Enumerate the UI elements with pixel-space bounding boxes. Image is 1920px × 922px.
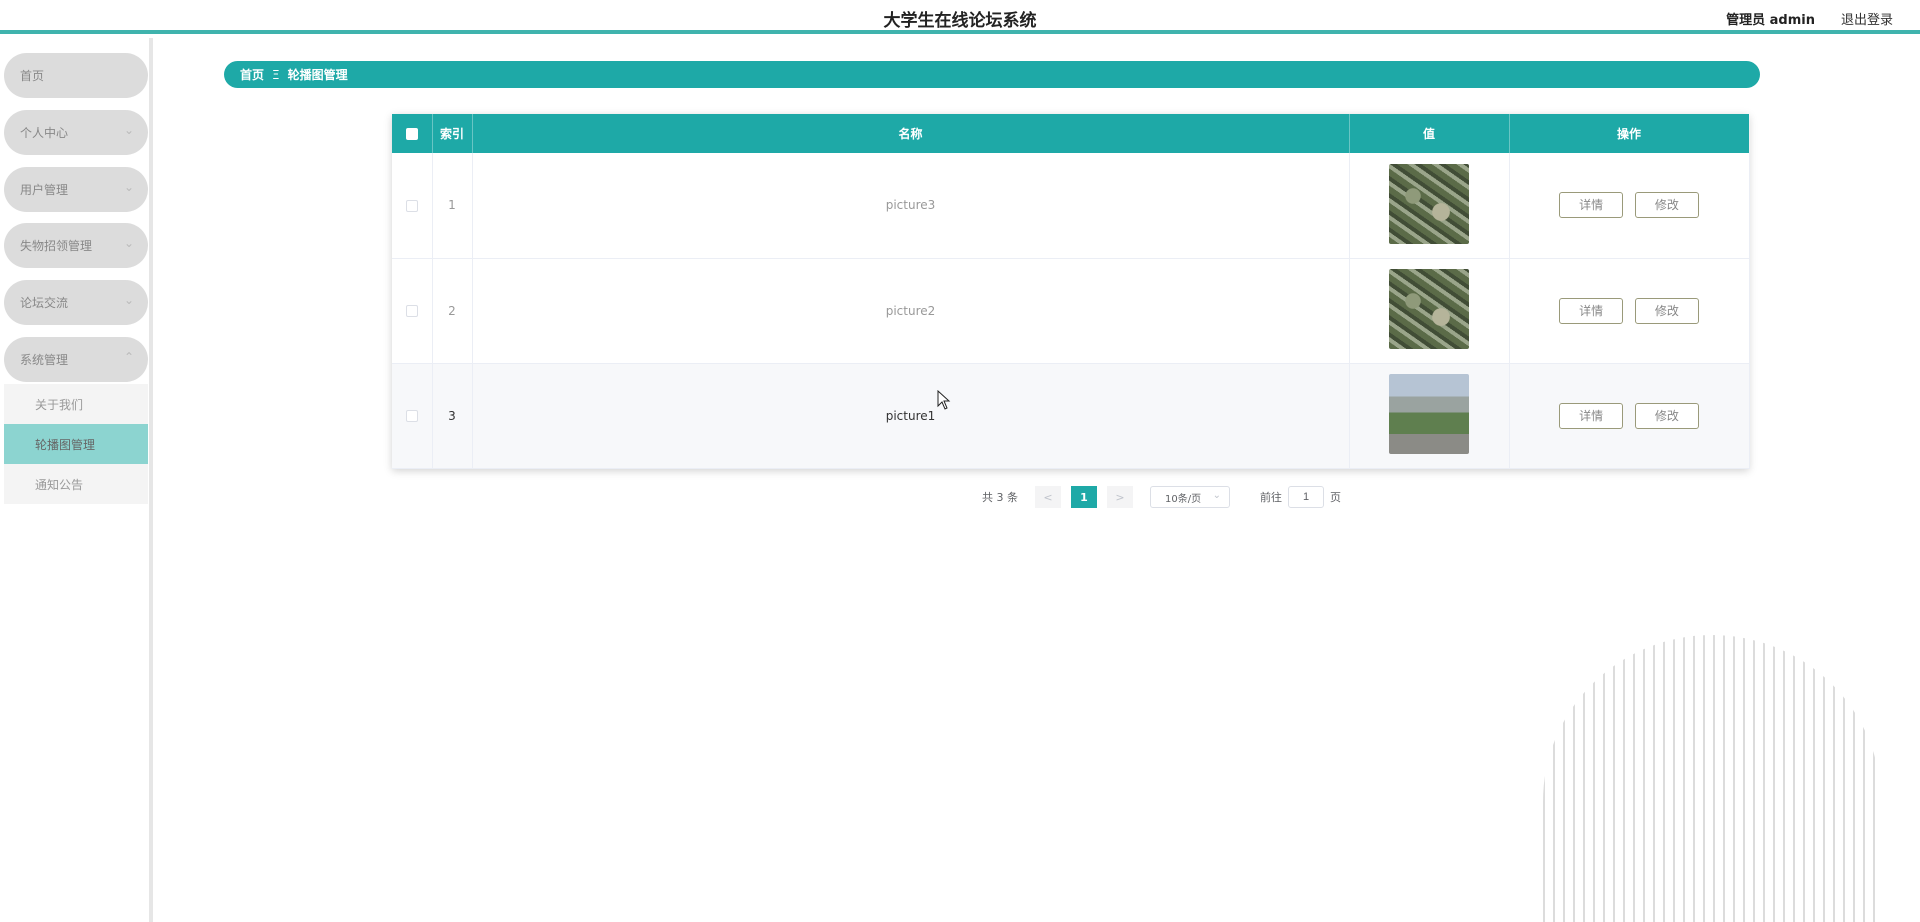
sidebar-item-label: 首页	[20, 69, 45, 83]
row-checkbox[interactable]	[405, 199, 418, 212]
decorative-striped-circle	[1543, 635, 1881, 922]
chevron-down-icon: ⌄	[123, 123, 134, 137]
table-row: 2 picture2 详情 修改	[392, 258, 1750, 364]
breadcrumb-separator: Ξ	[272, 67, 280, 82]
pagination: 共 3 条 < 1 > 10条/页 ⌄ 前往 页	[982, 486, 1341, 508]
carousel-table: 索引 名称 值 操作 1 picture3 详情 修改 2 picture2 详…	[392, 114, 1750, 469]
detail-button[interactable]: 详情	[1559, 402, 1624, 429]
mouse-cursor-icon	[937, 390, 951, 410]
detail-button[interactable]: 详情	[1559, 297, 1624, 324]
current-user-label: 管理员 admin	[1726, 13, 1815, 28]
edit-button[interactable]: 修改	[1634, 297, 1699, 324]
row-checkbox[interactable]	[405, 410, 418, 422]
detail-button[interactable]: 详情	[1559, 192, 1624, 219]
table-header-row: 索引 名称 值 操作	[392, 114, 1750, 153]
row-name: picture2	[472, 258, 1350, 364]
site-title: 大学生在线论坛系统	[883, 11, 1037, 31]
select-all-checkbox[interactable]	[405, 128, 418, 140]
carousel-image-thumbnail[interactable]	[1389, 374, 1469, 454]
sidebar-item-home[interactable]: 首页	[4, 53, 148, 98]
goto-suffix: 页	[1330, 491, 1341, 504]
sidebar-item-system-management[interactable]: 系统管理 ⌃	[4, 337, 148, 382]
submenu-item-about-us[interactable]: 关于我们	[4, 384, 148, 424]
chevron-down-icon: ⌄	[123, 180, 134, 194]
row-name: picture3	[472, 153, 1350, 259]
logout-link[interactable]: 退出登录	[1841, 9, 1893, 28]
table-row: 1 picture3 详情 修改	[392, 153, 1750, 259]
prev-page-button[interactable]: <	[1035, 486, 1061, 508]
row-index: 3	[432, 363, 473, 469]
sidebar-item-label: 系统管理	[20, 353, 69, 367]
pagination-total: 共 3 条	[982, 491, 1018, 504]
sidebar-item-label: 个人中心	[20, 126, 69, 140]
breadcrumb-home[interactable]: 首页	[240, 66, 264, 83]
sidebar-item-forum[interactable]: 论坛交流 ⌄	[4, 280, 148, 325]
sidebar-item-user-management[interactable]: 用户管理 ⌄	[4, 167, 148, 212]
row-index: 1	[432, 153, 473, 259]
breadcrumb-current: 轮播图管理	[287, 68, 348, 82]
carousel-image-thumbnail[interactable]	[1389, 163, 1469, 244]
chevron-up-icon: ⌃	[123, 350, 134, 364]
column-header-actions: 操作	[1509, 114, 1750, 153]
goto-prefix: 前往	[1260, 491, 1282, 504]
breadcrumb: 首页 Ξ 轮播图管理	[224, 61, 1760, 88]
chevron-down-icon: ⌄	[123, 236, 134, 250]
edit-button[interactable]: 修改	[1634, 402, 1699, 429]
column-header-index: 索引	[432, 114, 473, 153]
chevron-down-icon: ⌄	[123, 293, 134, 307]
sidebar-item-label: 论坛交流	[20, 296, 69, 310]
top-header: 大学生在线论坛系统 管理员 admin 退出登录	[0, 0, 1920, 34]
next-page-button[interactable]: >	[1107, 486, 1133, 508]
column-header-value: 值	[1349, 114, 1510, 153]
sidebar-item-personal-center[interactable]: 个人中心 ⌄	[4, 110, 148, 155]
system-submenu: 关于我们 轮播图管理 通知公告	[4, 384, 148, 504]
select-all-cell	[392, 114, 433, 153]
sidebar: 首页 个人中心 ⌄ 用户管理 ⌄ 失物招领管理 ⌄ 论坛交流 ⌄ 系统管理 ⌃ …	[0, 38, 153, 922]
column-header-name: 名称	[472, 114, 1350, 153]
sidebar-item-lost-found[interactable]: 失物招领管理 ⌄	[4, 223, 148, 268]
sidebar-item-label: 失物招领管理	[20, 239, 93, 253]
page-size-select[interactable]: 10条/页 ⌄	[1150, 486, 1230, 508]
carousel-image-thumbnail[interactable]	[1389, 269, 1469, 349]
submenu-item-notices[interactable]: 通知公告	[4, 464, 148, 504]
row-name: picture1	[472, 363, 1350, 469]
page-number-button[interactable]: 1	[1071, 486, 1097, 508]
sidebar-item-label: 用户管理	[20, 183, 69, 197]
edit-button[interactable]: 修改	[1634, 192, 1699, 219]
goto-page-input[interactable]	[1288, 486, 1324, 508]
row-checkbox[interactable]	[405, 305, 418, 317]
submenu-item-carousel-management[interactable]: 轮播图管理	[4, 424, 148, 464]
chevron-down-icon: ⌄	[1212, 490, 1221, 501]
page-size-value: 10条/页	[1165, 493, 1202, 505]
table-row: 3 picture1 详情 修改	[392, 363, 1750, 469]
row-index: 2	[432, 258, 473, 364]
